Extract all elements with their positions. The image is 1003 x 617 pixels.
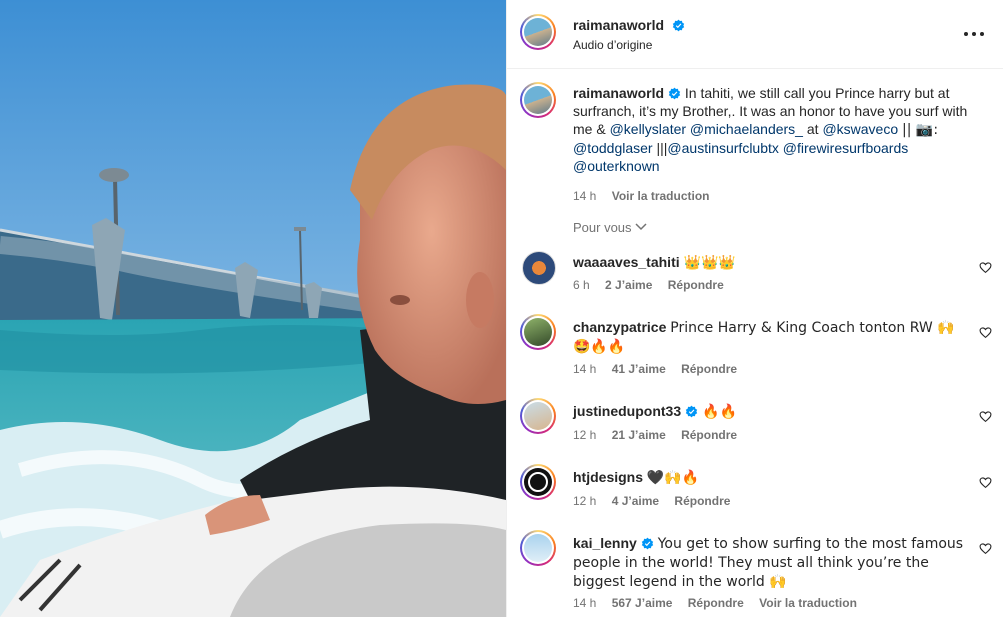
commenter-username[interactable]: justinedupont33 bbox=[573, 403, 681, 419]
caption-text: at bbox=[806, 121, 819, 137]
commenter-username[interactable]: kai_lenny bbox=[573, 535, 637, 551]
comment-text: 🔥🔥 bbox=[702, 404, 737, 420]
audio-label[interactable]: Audio d’origine bbox=[573, 38, 652, 52]
caption-text: ||| bbox=[656, 140, 668, 156]
caption-timestamp: 14 h bbox=[573, 189, 597, 203]
comment-item: kai_lenny You get to show surfing to the… bbox=[507, 530, 1003, 617]
comment-meta: 12 h 21 J’aime Répondre bbox=[573, 428, 749, 442]
heart-icon[interactable] bbox=[979, 410, 992, 423]
comment-item: chanzypatrice Prince Harry & King Coach … bbox=[507, 314, 1003, 384]
comment-meta: 14 h 41 J’aime Répondre bbox=[573, 362, 749, 376]
comment-item: justinedupont33 🔥🔥 12 h 21 J’aime Répond… bbox=[507, 398, 1003, 448]
verified-badge-icon bbox=[668, 87, 681, 100]
comments-sort-label: Pour vous bbox=[573, 220, 632, 235]
comment-meta: 6 h 2 J’aime Répondre bbox=[573, 278, 736, 292]
post-header: raimanaworld Audio d’origine bbox=[507, 0, 1003, 69]
comment-likes[interactable]: 21 J’aime bbox=[612, 428, 666, 442]
commenter-avatar[interactable] bbox=[522, 251, 556, 285]
chevron-down-icon bbox=[635, 223, 647, 231]
comments-sort-dropdown[interactable]: Pour vous bbox=[573, 220, 647, 235]
caption-author-avatar[interactable] bbox=[520, 82, 556, 118]
post-video[interactable] bbox=[0, 0, 506, 617]
translate-button[interactable]: Voir la traduction bbox=[759, 596, 857, 610]
comment-likes[interactable]: 2 J’aime bbox=[605, 278, 652, 292]
reply-button[interactable]: Répondre bbox=[681, 428, 737, 442]
comment-item: htjdesigns 🖤🙌🔥 12 h 4 J’aime Répondre bbox=[507, 464, 1003, 514]
verified-badge-icon bbox=[641, 537, 654, 550]
verified-badge-icon bbox=[673, 19, 685, 32]
mention-link[interactable]: @outerknown bbox=[573, 158, 660, 174]
commenter-username[interactable]: htjdesigns bbox=[573, 469, 643, 485]
mention-link[interactable]: @austinsurfclubtx bbox=[667, 140, 778, 156]
comment-timestamp: 12 h bbox=[573, 494, 597, 508]
commenter-avatar[interactable] bbox=[520, 530, 556, 566]
commenter-username[interactable]: chanzypatrice bbox=[573, 319, 666, 335]
heart-icon[interactable] bbox=[979, 261, 992, 274]
author-username[interactable]: raimanaworld bbox=[573, 17, 664, 33]
caption-meta: 14 h Voir la traduction bbox=[573, 187, 983, 205]
mention-link[interactable]: @michaelanders_ bbox=[690, 121, 803, 137]
caption-text: || 📷: bbox=[902, 122, 939, 138]
heart-icon[interactable] bbox=[979, 476, 992, 489]
comment-text: 🖤🙌🔥 bbox=[646, 470, 700, 486]
reply-button[interactable]: Répondre bbox=[668, 278, 724, 292]
reply-button[interactable]: Répondre bbox=[674, 494, 730, 508]
mention-link[interactable]: @toddglaser bbox=[573, 140, 653, 156]
comment-likes[interactable]: 4 J’aime bbox=[612, 494, 659, 508]
post-details-panel: raimanaworld Audio d’origine raimanaworl… bbox=[506, 0, 1003, 617]
reply-button[interactable]: Répondre bbox=[681, 362, 737, 376]
comment-item: waaaaves_tahiti 👑👑👑 6 h 2 J’aime Répondr… bbox=[507, 250, 1003, 300]
comment-text: 👑👑👑 bbox=[683, 255, 736, 271]
comment-meta: 14 h 567 J’aime Répondre Voir la traduct… bbox=[573, 596, 869, 610]
reply-button[interactable]: Répondre bbox=[688, 596, 744, 610]
comment-likes[interactable]: 41 J’aime bbox=[612, 362, 666, 376]
comment-timestamp: 14 h bbox=[573, 596, 597, 610]
caption-author-username[interactable]: raimanaworld bbox=[573, 85, 664, 101]
heart-icon[interactable] bbox=[979, 326, 992, 339]
comment-timestamp: 6 h bbox=[573, 278, 590, 292]
comment-likes[interactable]: 567 J’aime bbox=[612, 596, 673, 610]
mention-link[interactable]: @kswaveco bbox=[822, 121, 898, 137]
commenter-avatar[interactable] bbox=[520, 314, 556, 350]
translate-button[interactable]: Voir la traduction bbox=[612, 189, 710, 203]
mention-link[interactable]: @firewiresurfboards bbox=[783, 140, 908, 156]
commenter-avatar[interactable] bbox=[520, 464, 556, 500]
commenter-avatar[interactable] bbox=[520, 398, 556, 434]
comment-timestamp: 14 h bbox=[573, 362, 597, 376]
mention-link[interactable]: @kellyslater bbox=[610, 121, 686, 137]
comment-meta: 12 h 4 J’aime Répondre bbox=[573, 494, 742, 508]
heart-icon[interactable] bbox=[979, 542, 992, 555]
comment-timestamp: 12 h bbox=[573, 428, 597, 442]
more-horizontal-icon[interactable] bbox=[962, 24, 986, 44]
post-caption: raimanaworld In tahiti, we still call yo… bbox=[573, 84, 983, 205]
commenter-username[interactable]: waaaaves_tahiti bbox=[573, 254, 680, 270]
author-avatar[interactable] bbox=[520, 14, 556, 50]
video-frame bbox=[0, 0, 506, 617]
verified-badge-icon bbox=[685, 405, 698, 418]
